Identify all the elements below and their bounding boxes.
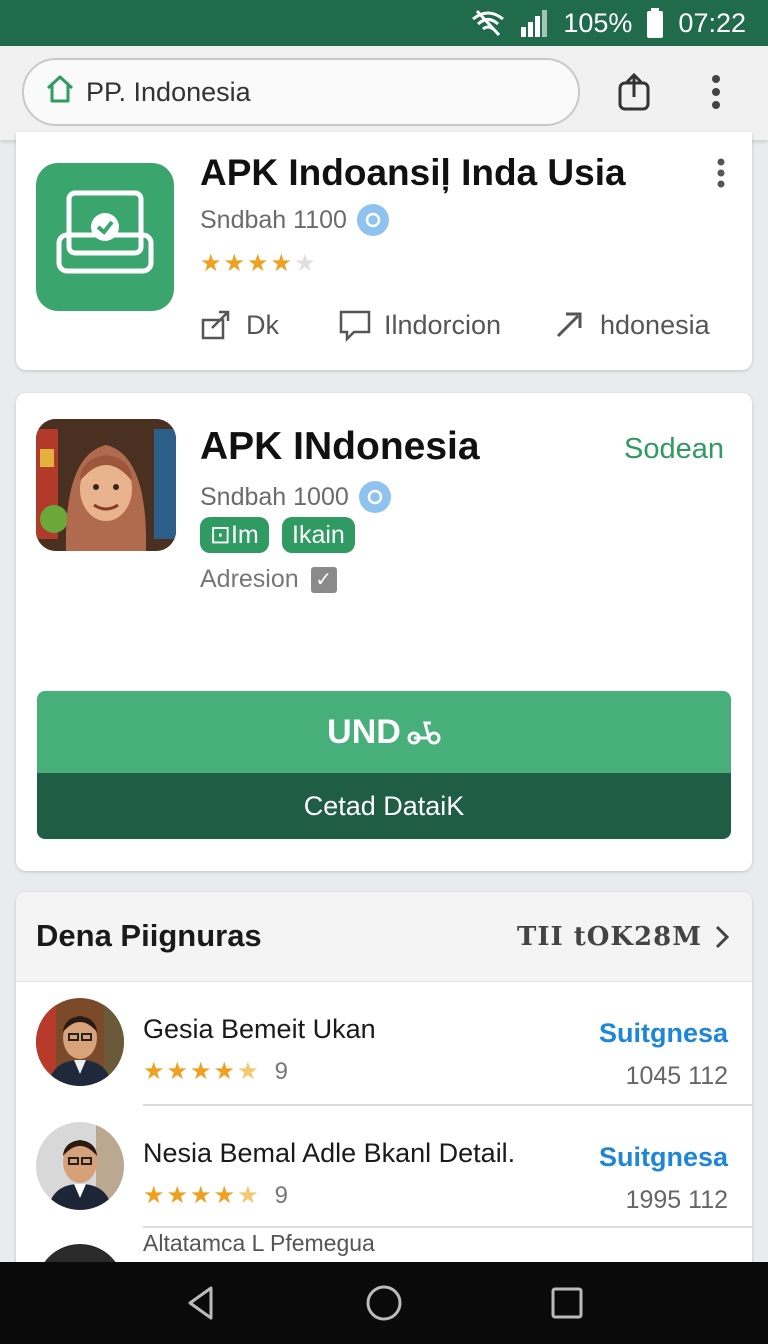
star-icon: ★ bbox=[143, 1058, 165, 1085]
install-button-group: UND Cetad DataiK bbox=[37, 691, 731, 839]
app-rating-stars: ★ ★ ★ ★ ★ bbox=[200, 252, 316, 276]
reviews-card: Dena Piignuras TII tOK28M Gesia Bemeit U… bbox=[16, 892, 752, 1272]
star-icon: ★ bbox=[190, 1058, 212, 1085]
reviews-title: Dena Piignuras bbox=[36, 918, 262, 953]
action-comment[interactable]: Ilndorcion bbox=[338, 308, 501, 342]
star-half-icon: ★ bbox=[237, 1182, 259, 1209]
reviews-link-label: TII tOK28M bbox=[517, 922, 702, 952]
app-title: APK Indoansiļ Inda Usia bbox=[200, 152, 626, 193]
adresion-label: Adresion bbox=[200, 565, 299, 593]
chat-bubble-icon bbox=[358, 481, 391, 513]
star-half-icon: ★ bbox=[237, 1058, 259, 1085]
app-subtitle: Sndbah 1100 bbox=[200, 205, 347, 234]
star-icon: ★ bbox=[247, 250, 269, 277]
app-subtitle-row: Sndbah 1100 bbox=[200, 204, 389, 236]
system-navigation-bar bbox=[0, 1262, 768, 1344]
forward-arrow-icon bbox=[556, 312, 582, 338]
app-summary-card: APK Indoansiļ Inda Usia Sndbah 1100 ★ ★… bbox=[16, 132, 752, 370]
recents-icon[interactable] bbox=[539, 1275, 595, 1331]
star-icon: ★ bbox=[213, 1182, 236, 1209]
detail-app-title: APK INdonesia bbox=[200, 425, 480, 468]
star-icon: ★ bbox=[223, 250, 246, 277]
reviewer-rating: ★ ★ ★ ★ ★ 9 bbox=[143, 1182, 288, 1210]
rating-count: 9 bbox=[274, 1182, 288, 1209]
review-row[interactable]: Nesia Bemal Adle Bkanl Detail. ★ ★ ★ ★ ★… bbox=[16, 1120, 752, 1242]
tag-badge[interactable]: ⊡Im bbox=[200, 517, 269, 553]
reviews-header: Dena Piignuras TII tOK28M bbox=[16, 892, 752, 982]
card-menu-icon[interactable] bbox=[716, 158, 726, 188]
battery-percent: 105% bbox=[563, 7, 633, 38]
app-icon[interactable] bbox=[36, 163, 174, 311]
comment-icon bbox=[339, 310, 371, 342]
action-forward[interactable]: hdonesia bbox=[554, 308, 710, 342]
review-row[interactable]: Gesia Bemeit Ukan ★ ★ ★ ★ ★ 9 Suitgnesa … bbox=[16, 996, 752, 1118]
star-icon: ★ bbox=[270, 250, 293, 277]
star-icon: ★ bbox=[166, 1182, 189, 1209]
review-number: 1045 112 bbox=[625, 1062, 728, 1090]
signal-icon bbox=[519, 9, 549, 37]
action-share-label: Dk bbox=[246, 309, 279, 340]
reviews-see-all-link[interactable]: TII tOK28M bbox=[517, 922, 730, 952]
clock: 07:22 bbox=[678, 7, 746, 38]
app-detail-card: APK INdonesia Sodean Sndbah 1000 ⊡Im Ika… bbox=[16, 393, 752, 871]
address-bar[interactable]: PP. Indonesia bbox=[22, 58, 580, 126]
row-divider bbox=[143, 1226, 752, 1228]
tag-badge[interactable]: Ikain bbox=[282, 517, 355, 553]
star-icon: ★ bbox=[143, 1182, 165, 1209]
share-icon[interactable] bbox=[614, 72, 654, 112]
star-icon: ★ bbox=[190, 1182, 212, 1209]
reviewer-link[interactable]: Suitgnesa bbox=[599, 1018, 728, 1049]
action-comment-label: Ilndorcion bbox=[384, 309, 502, 340]
browser-toolbar: PP. Indonesia bbox=[0, 46, 768, 140]
reviewer-rating: ★ ★ ★ ★ ★ 9 bbox=[143, 1058, 288, 1086]
back-icon[interactable] bbox=[173, 1275, 229, 1331]
status-bar: 105% 07:22 bbox=[0, 0, 768, 46]
primary-action-label: UND bbox=[327, 712, 401, 751]
wifi-off-icon bbox=[471, 9, 505, 37]
reviewer-link[interactable]: Suitgnesa bbox=[599, 1142, 728, 1173]
review-number: 1995 112 bbox=[625, 1186, 728, 1214]
battery-icon bbox=[646, 8, 664, 38]
home-icon[interactable] bbox=[44, 73, 76, 112]
partial-review-row[interactable]: Altatamca L Pfemegua bbox=[143, 1230, 375, 1257]
star-icon: ★ bbox=[166, 1058, 189, 1085]
star-icon: ★ bbox=[200, 250, 222, 277]
home-nav-icon[interactable] bbox=[356, 1275, 412, 1331]
avatar[interactable] bbox=[36, 1122, 124, 1210]
secondary-action-button[interactable]: Cetad DataiK bbox=[37, 773, 731, 839]
action-forward-label: hdonesia bbox=[600, 309, 710, 340]
scooter-icon bbox=[407, 721, 441, 745]
detail-status-link[interactable]: Sodean bbox=[624, 433, 724, 466]
primary-action-button[interactable]: UND bbox=[37, 691, 731, 773]
adresion-row[interactable]: Adresion ✓ bbox=[200, 565, 337, 594]
url-text[interactable]: PP. Indonesia bbox=[86, 77, 251, 108]
chevron-right-icon bbox=[715, 925, 730, 949]
detail-subtitle: Sndbah 1000 bbox=[200, 482, 349, 511]
overflow-menu-icon[interactable] bbox=[696, 72, 736, 112]
developer-photo[interactable] bbox=[36, 419, 176, 551]
share-icon bbox=[201, 310, 230, 340]
row-divider bbox=[143, 1104, 752, 1106]
chat-bubble-icon bbox=[356, 204, 389, 236]
star-empty-icon: ★ bbox=[294, 250, 316, 277]
action-share[interactable]: Dk bbox=[200, 308, 279, 342]
reviewer-name: Gesia Bemeit Ukan bbox=[143, 1014, 376, 1044]
reviewer-name: Nesia Bemal Adle Bkanl Detail. bbox=[143, 1138, 516, 1168]
star-icon: ★ bbox=[213, 1058, 236, 1085]
rating-count: 9 bbox=[274, 1058, 288, 1085]
checkbox-icon[interactable]: ✓ bbox=[310, 566, 337, 593]
avatar[interactable] bbox=[36, 998, 124, 1086]
detail-subtitle-row: Sndbah 1000 bbox=[200, 481, 391, 513]
